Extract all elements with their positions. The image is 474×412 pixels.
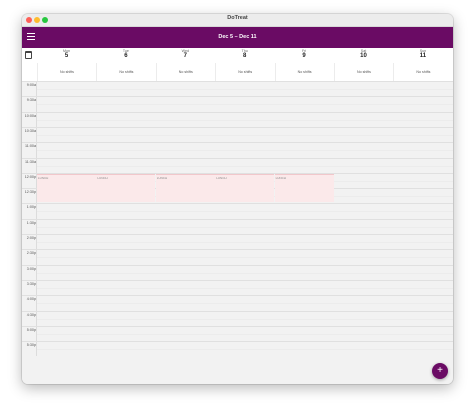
day-header-mon[interactable]: Mon 5 — [37, 48, 96, 63]
day-date: 5 — [64, 53, 69, 59]
day-header-fri[interactable]: Fri 9 — [275, 48, 334, 63]
time-slot-row[interactable] — [22, 218, 453, 234]
lunch-label: LUNCH — [216, 176, 227, 180]
lunch-label: LUNCH — [97, 176, 108, 180]
time-slot-row[interactable] — [22, 325, 453, 341]
half-slot-divider — [37, 318, 453, 320]
day-header-wed[interactable]: Wed 7 — [156, 48, 215, 63]
lunch-block[interactable]: LUNCH — [37, 174, 96, 202]
half-slot-divider — [37, 257, 453, 259]
time-label: 4:30p — [26, 312, 36, 317]
app-window: DoTreat Dec 5 – Dec 11 Mon 5 Tue 6 Wed 7 Thu 8 F… — [22, 14, 453, 384]
time-label: 9:00a — [26, 83, 36, 87]
time-slot-row[interactable] — [22, 310, 453, 326]
time-slot-row[interactable] — [22, 157, 453, 173]
half-slot-divider — [37, 303, 453, 305]
day-date: 6 — [124, 53, 128, 59]
time-slot-row[interactable] — [22, 96, 453, 111]
time-label: 2:30p — [26, 251, 36, 256]
time-label: 10:30a — [24, 128, 36, 133]
half-slot-divider — [37, 349, 453, 351]
day-header-tue[interactable]: Tue 6 — [96, 48, 155, 63]
lunch-block[interactable]: LUNCH — [274, 174, 334, 202]
time-slot-row[interactable] — [22, 264, 453, 280]
time-label: 12:30p — [24, 190, 36, 195]
time-slot-row[interactable] — [22, 279, 453, 295]
time-slot-row[interactable] — [22, 126, 453, 142]
day-header-thu[interactable]: Thu 8 — [215, 48, 274, 63]
day-date: 9 — [302, 53, 306, 59]
half-slot-divider — [37, 165, 453, 167]
time-label: 1:30p — [26, 220, 36, 225]
day-header-row: Mon 5 Tue 6 Wed 7 Thu 8 Fri 9 Sat 10 Sun 11 — [22, 48, 453, 64]
half-slot-divider — [37, 89, 453, 90]
shift-cell[interactable]: No shifts — [274, 63, 334, 81]
day-header-sat[interactable]: Sat 10 — [334, 48, 393, 63]
lunch-block[interactable]: LUNCH — [155, 174, 215, 202]
half-slot-divider — [37, 333, 453, 335]
half-slot-divider — [37, 104, 453, 106]
time-slot-row[interactable] — [22, 295, 453, 310]
shift-cell[interactable]: No shifts — [37, 63, 96, 81]
time-label: 1:00p — [26, 205, 36, 210]
day-date: 8 — [243, 53, 247, 59]
window-title: DoTreat — [227, 15, 248, 21]
half-slot-divider — [37, 272, 453, 274]
date-range-title: Dec 5 – Dec 11 — [218, 34, 257, 40]
time-label: 4:00p — [26, 297, 36, 302]
shift-cell[interactable]: No shifts — [155, 63, 215, 81]
shift-cell[interactable]: No shifts — [334, 63, 393, 81]
time-label: 2:00p — [26, 236, 36, 240]
time-label: 5:30p — [26, 343, 36, 348]
lunch-label: LUNCH — [275, 176, 286, 180]
time-slot-row[interactable] — [22, 111, 453, 127]
title-bar: DoTreat — [22, 14, 453, 27]
half-slot-divider — [37, 119, 453, 121]
time-slot-row[interactable] — [22, 142, 453, 157]
add-button[interactable]: + — [432, 363, 448, 379]
time-label: 5:00p — [26, 327, 36, 332]
day-date: 11 — [419, 53, 427, 59]
time-label: 11:00a — [24, 144, 36, 149]
time-grid[interactable]: 9:00a 9:30a 10:00a 10:30a 11:00a 11:30a 12:00p… — [22, 81, 453, 356]
time-label: 3:00p — [26, 266, 36, 271]
lunch-label: LUNCH — [156, 176, 168, 180]
shift-cell[interactable]: No shifts — [96, 63, 155, 81]
time-label: 10:00a — [24, 113, 36, 118]
shift-summary-row: No shifts No shifts No shifts No shifts No s… — [22, 63, 453, 82]
calendar-icon[interactable] — [25, 51, 32, 59]
lunch-block[interactable]: LUNCH — [215, 174, 275, 202]
half-slot-divider — [37, 242, 453, 243]
shift-cell[interactable]: No shifts — [215, 63, 274, 81]
half-slot-divider — [37, 287, 453, 289]
lunch-block[interactable]: LUNCH — [96, 174, 156, 202]
time-slot-row[interactable] — [22, 81, 453, 96]
time-slot-row[interactable] — [22, 203, 453, 218]
time-slot-row[interactable] — [22, 341, 453, 356]
time-slot-row[interactable] — [22, 234, 453, 249]
time-label: 9:30a — [26, 98, 36, 103]
half-slot-divider — [37, 150, 453, 152]
time-slot-row[interactable] — [22, 249, 453, 264]
day-header-sun[interactable]: Sun 11 — [393, 48, 452, 63]
time-label: 3:30p — [26, 281, 36, 286]
footer — [22, 356, 453, 384]
time-label: 11:30a — [24, 159, 36, 164]
half-slot-divider — [37, 134, 453, 136]
shift-cell[interactable]: No shifts — [393, 63, 452, 81]
day-date: 7 — [183, 53, 187, 59]
day-date: 10 — [360, 53, 367, 59]
app-bar: Dec 5 – Dec 11 — [22, 27, 453, 48]
lunch-label: LUNCH — [38, 176, 49, 180]
half-slot-divider — [37, 211, 453, 213]
time-label: 12:00p — [24, 174, 36, 179]
half-slot-divider — [37, 226, 453, 228]
